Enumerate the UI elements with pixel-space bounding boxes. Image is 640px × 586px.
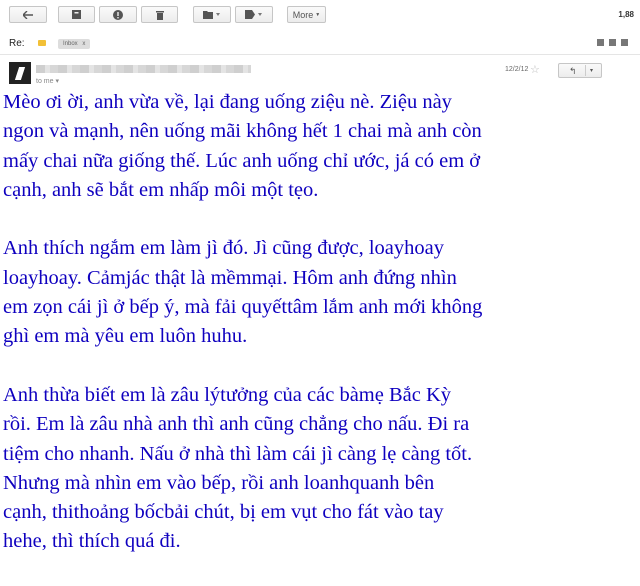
delete-button[interactable]: [141, 6, 178, 23]
more-button[interactable]: More ▼: [287, 6, 326, 23]
important-marker-icon[interactable]: [38, 40, 46, 46]
message-body: Mèo ơi ời, anh vừa về, lại đang uống ziệ…: [3, 88, 637, 586]
new-window-icon[interactable]: [621, 39, 628, 46]
toolbar: More ▼ 1,88: [0, 0, 640, 30]
button-separator: [585, 65, 586, 76]
expand-all-icon[interactable]: [597, 39, 604, 46]
chevron-down-icon: ▼: [315, 11, 321, 18]
archive-icon: [72, 10, 81, 19]
message-date: 12/2/12: [505, 66, 529, 73]
delete-icon: [155, 10, 164, 20]
back-arrow-icon: [23, 10, 33, 19]
message-line: Mèo ơi ời, anh vừa về, lại đang uống ziệ…: [3, 91, 452, 113]
message-count: 1,88: [618, 10, 634, 19]
spam-icon: [113, 9, 123, 20]
label-remove-icon[interactable]: x: [82, 41, 85, 47]
message-paragraph-1: Mèo ơi ời, anh vừa về, lại đang uống ziệ…: [3, 88, 637, 205]
message-line: ngon và mạnh, nên uống mãi không hết 1 c…: [3, 120, 482, 143]
message-line: em zọn cái jì ở bếp ý, mà fải quyếttâm l…: [3, 296, 483, 319]
divider: [0, 54, 640, 55]
inbox-label-text: Inbox: [63, 41, 78, 47]
message-line: cạnh, thithoảng bốcbải chút, bị em vụt c…: [3, 501, 444, 524]
subject-row: Re: Inbox x: [0, 34, 640, 52]
sender-name-redacted: [36, 65, 251, 73]
report-spam-button[interactable]: [99, 6, 137, 23]
message-line: rồi. Em là zâu nhà anh thì anh cũng chẳn…: [3, 413, 470, 436]
reply-menu-icon[interactable]: ▾: [590, 67, 593, 74]
sender-row: to me ▾ 12/2/12 ☆ ↰ ▾: [0, 58, 640, 88]
back-button[interactable]: [9, 6, 47, 23]
star-icon[interactable]: ☆: [530, 63, 540, 76]
subject-actions: [597, 39, 628, 46]
message-line: Anh thừa biết em là zâu lýtưởng của các …: [3, 383, 452, 406]
message-line: loayhoay. Cảmjác thật là mềmmại. Hôm anh…: [3, 266, 457, 289]
print-icon[interactable]: [609, 39, 616, 46]
recipient-line[interactable]: to me ▾: [36, 77, 59, 85]
reply-button[interactable]: ↰ ▾: [558, 63, 602, 78]
message-line: mấy chai nữa giống thế. Lúc anh uống chỉ…: [3, 149, 481, 172]
labels-button[interactable]: [235, 6, 273, 23]
message-line: tiệm cho nhanh. Nấu ở nhà thì làm cái jì…: [3, 442, 473, 465]
to-me-text: to me: [36, 78, 54, 85]
message-line: hehe, thì thích quá đi.: [3, 530, 181, 553]
message-line: Nhưng mà nhìn em vào bếp, rồi anh loanhq…: [3, 471, 435, 494]
move-to-button[interactable]: [193, 6, 231, 23]
archive-button[interactable]: [58, 6, 95, 23]
folder-icon: [203, 11, 220, 19]
message-paragraph-3: Anh thừa biết em là zâu lýtưởng của các …: [3, 381, 637, 557]
message-line: cạnh, anh sẽ bắt em nhấp môi một tẹo.: [3, 178, 319, 201]
subject-prefix: Re:: [9, 38, 25, 49]
message-line: ghì em mà yêu em luôn huhu.: [3, 325, 248, 348]
details-toggle-icon[interactable]: ▾: [55, 78, 59, 85]
more-label: More: [292, 9, 314, 20]
inbox-label-chip[interactable]: Inbox x: [58, 39, 91, 49]
message-line: Anh thích ngắm em làm jì đó. Jì cũng đượ…: [3, 237, 444, 260]
avatar[interactable]: [9, 62, 31, 84]
label-icon: [245, 10, 262, 19]
message-paragraph-2: Anh thích ngắm em làm jì đó. Jì cũng đượ…: [3, 234, 637, 351]
reply-icon: ↰: [569, 66, 577, 76]
